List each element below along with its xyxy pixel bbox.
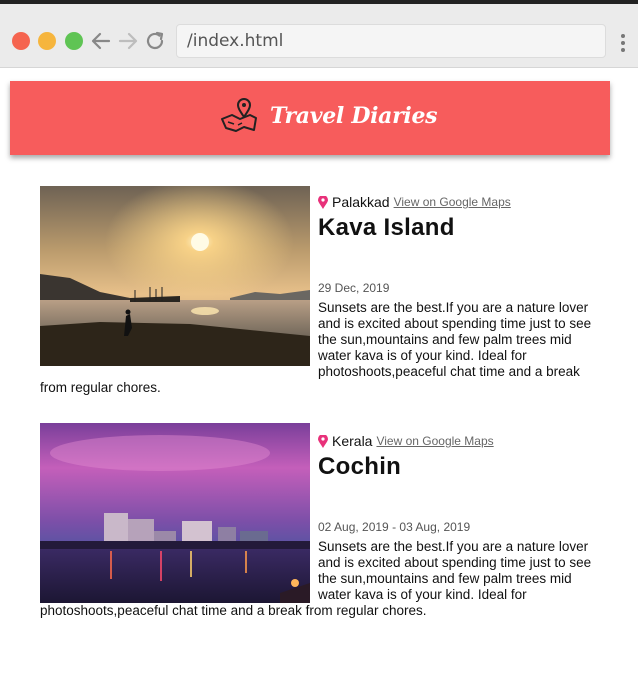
reload-icon[interactable] [144, 30, 166, 52]
post-card: Kerala View on Google Maps Cochin 02 Aug… [40, 423, 595, 619]
google-maps-link[interactable]: View on Google Maps [376, 433, 493, 449]
location-pin-icon [318, 195, 328, 209]
forward-arrow-icon[interactable] [117, 30, 139, 52]
browser-menu-icon[interactable] [619, 34, 627, 54]
google-maps-link[interactable]: View on Google Maps [394, 194, 511, 210]
close-window-button[interactable] [12, 32, 30, 50]
map-pin-icon [221, 98, 257, 132]
post-location: Kerala View on Google Maps [318, 433, 595, 449]
post-card: Palakkad View on Google Maps Kava Island… [40, 186, 595, 396]
maximize-window-button[interactable] [65, 32, 83, 50]
minimize-window-button[interactable] [38, 32, 56, 50]
location-name: Kerala [332, 433, 373, 449]
site-title: Travel Diaries [270, 103, 438, 129]
location-pin-icon [318, 434, 328, 448]
site-header: Travel Diaries [10, 81, 610, 155]
post-location: Palakkad View on Google Maps [318, 194, 595, 210]
browser-toolbar: /index.html [0, 4, 638, 68]
kava-island-photo [40, 186, 310, 366]
address-bar[interactable]: /index.html [176, 24, 606, 58]
back-arrow-icon[interactable] [90, 30, 112, 52]
location-name: Palakkad [332, 194, 390, 210]
cochin-photo [40, 423, 310, 603]
